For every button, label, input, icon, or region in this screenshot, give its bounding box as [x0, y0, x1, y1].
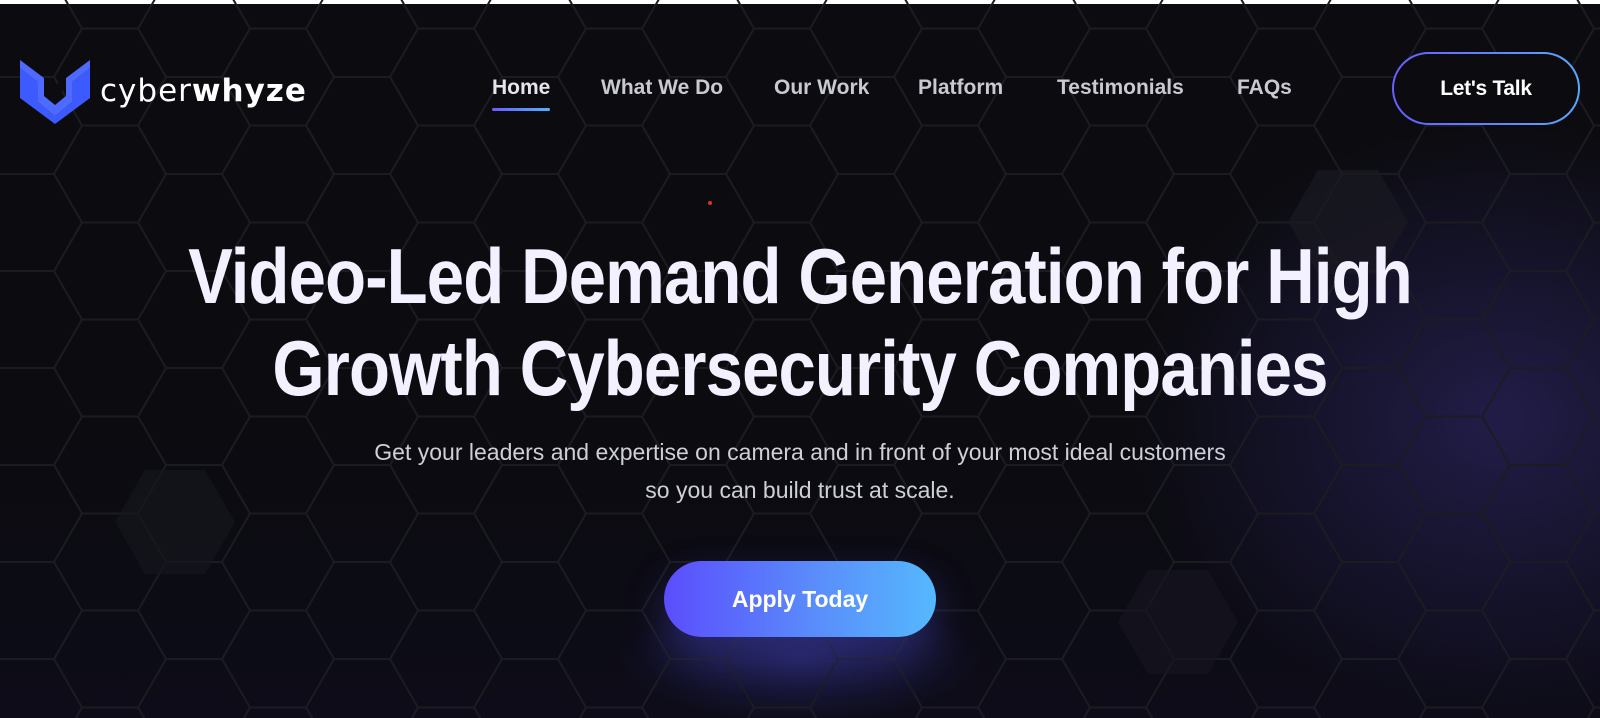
active-nav-indicator: [492, 108, 551, 111]
apply-today-button[interactable]: Apply Today: [664, 561, 936, 637]
nav-item-faqs[interactable]: FAQs: [1237, 76, 1292, 100]
nav-item-platform[interactable]: Platform: [918, 76, 1003, 100]
hero-subtitle-line-2: so you can build trust at scale.: [645, 477, 955, 503]
hero-title: Video-Led Demand Generation for High Gro…: [112, 230, 1488, 414]
hero-title-line-2: Growth Cybersecurity Companies: [272, 324, 1328, 412]
hero-title-line-1: Video-Led Demand Generation for High: [188, 232, 1413, 320]
lets-talk-button[interactable]: Let's Talk: [1392, 52, 1580, 125]
nav-item-what-we-do[interactable]: What We Do: [601, 76, 723, 100]
nav-item-our-work[interactable]: Our Work: [774, 76, 869, 100]
nav-item-label: Home: [492, 76, 551, 99]
hero-subtitle-line-1: Get your leaders and expertise on camera…: [374, 439, 1226, 465]
nav-item-label: Platform: [918, 76, 1004, 99]
nav-item-label: What We Do: [601, 76, 724, 99]
lets-talk-label: Let's Talk: [1394, 54, 1578, 123]
decorative-dot: [708, 201, 712, 205]
apply-today-label: Apply Today: [731, 585, 869, 612]
nav-item-testimonials[interactable]: Testimonials: [1057, 76, 1184, 100]
landing-page: cyberwhyze Home What We Do Our Work Plat…: [0, 0, 1600, 718]
main-nav: Home What We Do Our Work Platform Testim…: [0, 76, 1600, 116]
nav-item-label: Our Work: [774, 76, 870, 99]
hero-subtitle: Get your leaders and expertise on camera…: [0, 433, 1600, 509]
nav-item-label: Testimonials: [1057, 76, 1184, 99]
nav-item-label: FAQs: [1237, 76, 1292, 99]
nav-item-home[interactable]: Home: [492, 76, 551, 111]
